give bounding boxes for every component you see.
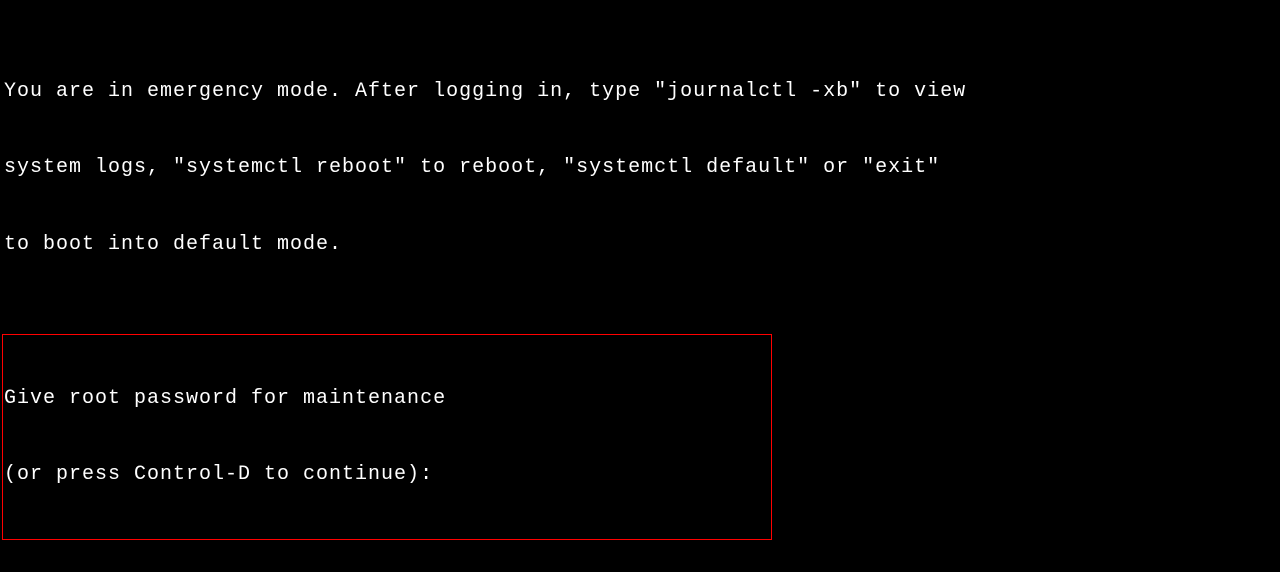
intro-line-3: to boot into default mode. (4, 232, 1276, 258)
highlight-box-maintenance: Give root password for maintenance (or p… (2, 334, 772, 540)
intro-line-2: system logs, "systemctl reboot" to reboo… (4, 155, 1276, 181)
terminal[interactable]: You are in emergency mode. After logging… (0, 0, 1280, 572)
maintenance-line-1: Give root password for maintenance (4, 386, 771, 412)
maintenance-line-2: (or press Control-D to continue): (4, 462, 771, 488)
intro-line-1: You are in emergency mode. After logging… (4, 79, 1276, 105)
